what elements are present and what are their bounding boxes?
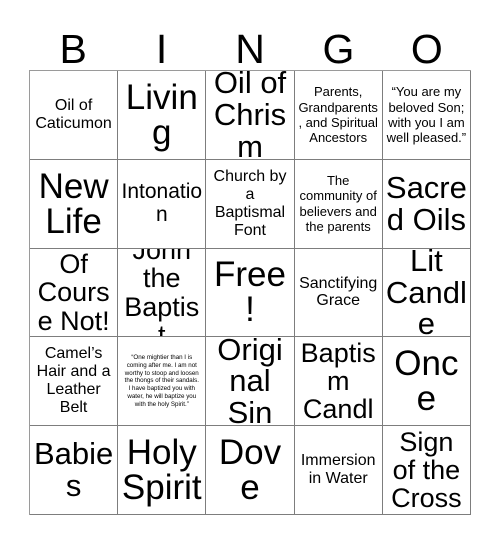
bingo-cell-label: Lit Candle — [385, 248, 467, 338]
bingo-cell-label: “One mightier than I is coming after me.… — [124, 354, 199, 408]
bingo-header-letter-o: O — [410, 26, 443, 72]
bingo-cell-label: Living — [125, 77, 198, 152]
bingo-card: B I N G O Oil of Caticumon Living Oil of Chris… — [0, 0, 500, 544]
bingo-cell-label: Oil of Caticumon — [35, 96, 112, 132]
bingo-cell-r3c3[interactable]: Free! — [206, 248, 295, 338]
bingo-header-letter-i: I — [155, 26, 168, 72]
bingo-cell-r3c1[interactable]: Of Course Not! — [30, 248, 119, 338]
bingo-cell-label: Oil of Chrism — [213, 71, 287, 160]
bingo-cell-r4c1[interactable]: Camel’s Hair and a Leather Belt — [30, 337, 119, 427]
bingo-cell-r1c1[interactable]: Oil of Caticumon — [30, 71, 119, 160]
bingo-cell-label: Once — [394, 344, 459, 419]
bingo-cell-label: Sacred Oils — [385, 170, 467, 237]
bingo-cell-label: Camel’s Hair and a Leather Belt — [36, 345, 111, 417]
bingo-header-letter-n: N — [235, 26, 265, 72]
bingo-cell-r2c3[interactable]: Church by a Baptismal Font — [206, 159, 295, 249]
bingo-cell-r1c3[interactable]: Oil of Chrism — [206, 71, 295, 160]
bingo-cell-label: Of Course Not! — [37, 249, 110, 336]
bingo-cell-r5c3[interactable]: Dove — [206, 426, 295, 515]
bingo-cell-r5c2[interactable]: Holy Spirit — [118, 426, 207, 515]
bingo-cell-r3c2[interactable]: John the Baptist — [118, 248, 207, 338]
bingo-cell-r3c5[interactable]: Lit Candle — [382, 248, 471, 338]
bingo-cell-r1c5[interactable]: “You are my beloved Son; with you I am w… — [382, 71, 471, 160]
bingo-cell-label: Sanctifying Grace — [299, 274, 378, 310]
bingo-cell-r4c4[interactable]: A Baptism Candle — [294, 337, 383, 427]
bingo-cell-label: Church by a Baptismal Font — [213, 167, 287, 239]
bingo-cell-r2c2[interactable]: Intonation — [118, 159, 207, 249]
bingo-cell-r4c5[interactable]: Once — [382, 337, 471, 427]
bingo-cell-r2c5[interactable]: Sacred Oils — [382, 159, 471, 249]
bingo-grid: Oil of Caticumon Living Oil of Chrism Paren… — [29, 70, 471, 515]
bingo-cell-label: Intonation — [121, 180, 203, 226]
bingo-cell-label: Parents, Grandparents, and Spiritual Anc… — [298, 84, 378, 146]
bingo-header-row: BINGO — [29, 22, 471, 70]
bingo-cell-r4c3[interactable]: Original Sin — [206, 337, 295, 427]
bingo-cell-label: New Life — [38, 166, 109, 241]
bingo-cell-r1c2[interactable]: Living — [118, 71, 207, 160]
bingo-cell-r2c4[interactable]: The community of believers and the paren… — [294, 159, 383, 249]
bingo-header-letter-g: G — [322, 26, 355, 72]
bingo-cell-label: Sign of the Cross — [391, 426, 462, 514]
bingo-cell-r4c2[interactable]: “One mightier than I is coming after me.… — [118, 337, 207, 427]
bingo-cell-r5c4[interactable]: Immersion in Water — [294, 426, 383, 515]
bingo-cell-label: Babies — [33, 436, 114, 504]
bingo-cell-r3c4[interactable]: Sanctifying Grace — [294, 248, 383, 338]
bingo-cell-label: Original Sin — [217, 337, 283, 427]
bingo-cell-label: Dove — [218, 433, 282, 508]
bingo-header-letter-b: B — [59, 26, 87, 72]
bingo-cell-label: Holy Spirit — [121, 433, 202, 508]
bingo-cell-label: A Baptism Candle — [300, 337, 376, 425]
bingo-cell-label: “You are my beloved Son; with you I am w… — [386, 84, 467, 146]
bingo-cell-r5c1[interactable]: Babies — [30, 426, 119, 515]
bingo-cell-label: The community of believers and the paren… — [299, 173, 377, 235]
bingo-cell-r5c5[interactable]: Sign of the Cross — [382, 426, 471, 515]
bingo-cell-label: John the Baptist — [124, 248, 200, 338]
bingo-cell-label: Free! — [214, 255, 286, 330]
bingo-cell-r2c1[interactable]: New Life — [30, 159, 119, 249]
bingo-cell-label: Immersion in Water — [300, 452, 376, 488]
bingo-cell-r1c4[interactable]: Parents, Grandparents, and Spiritual Anc… — [294, 71, 383, 160]
